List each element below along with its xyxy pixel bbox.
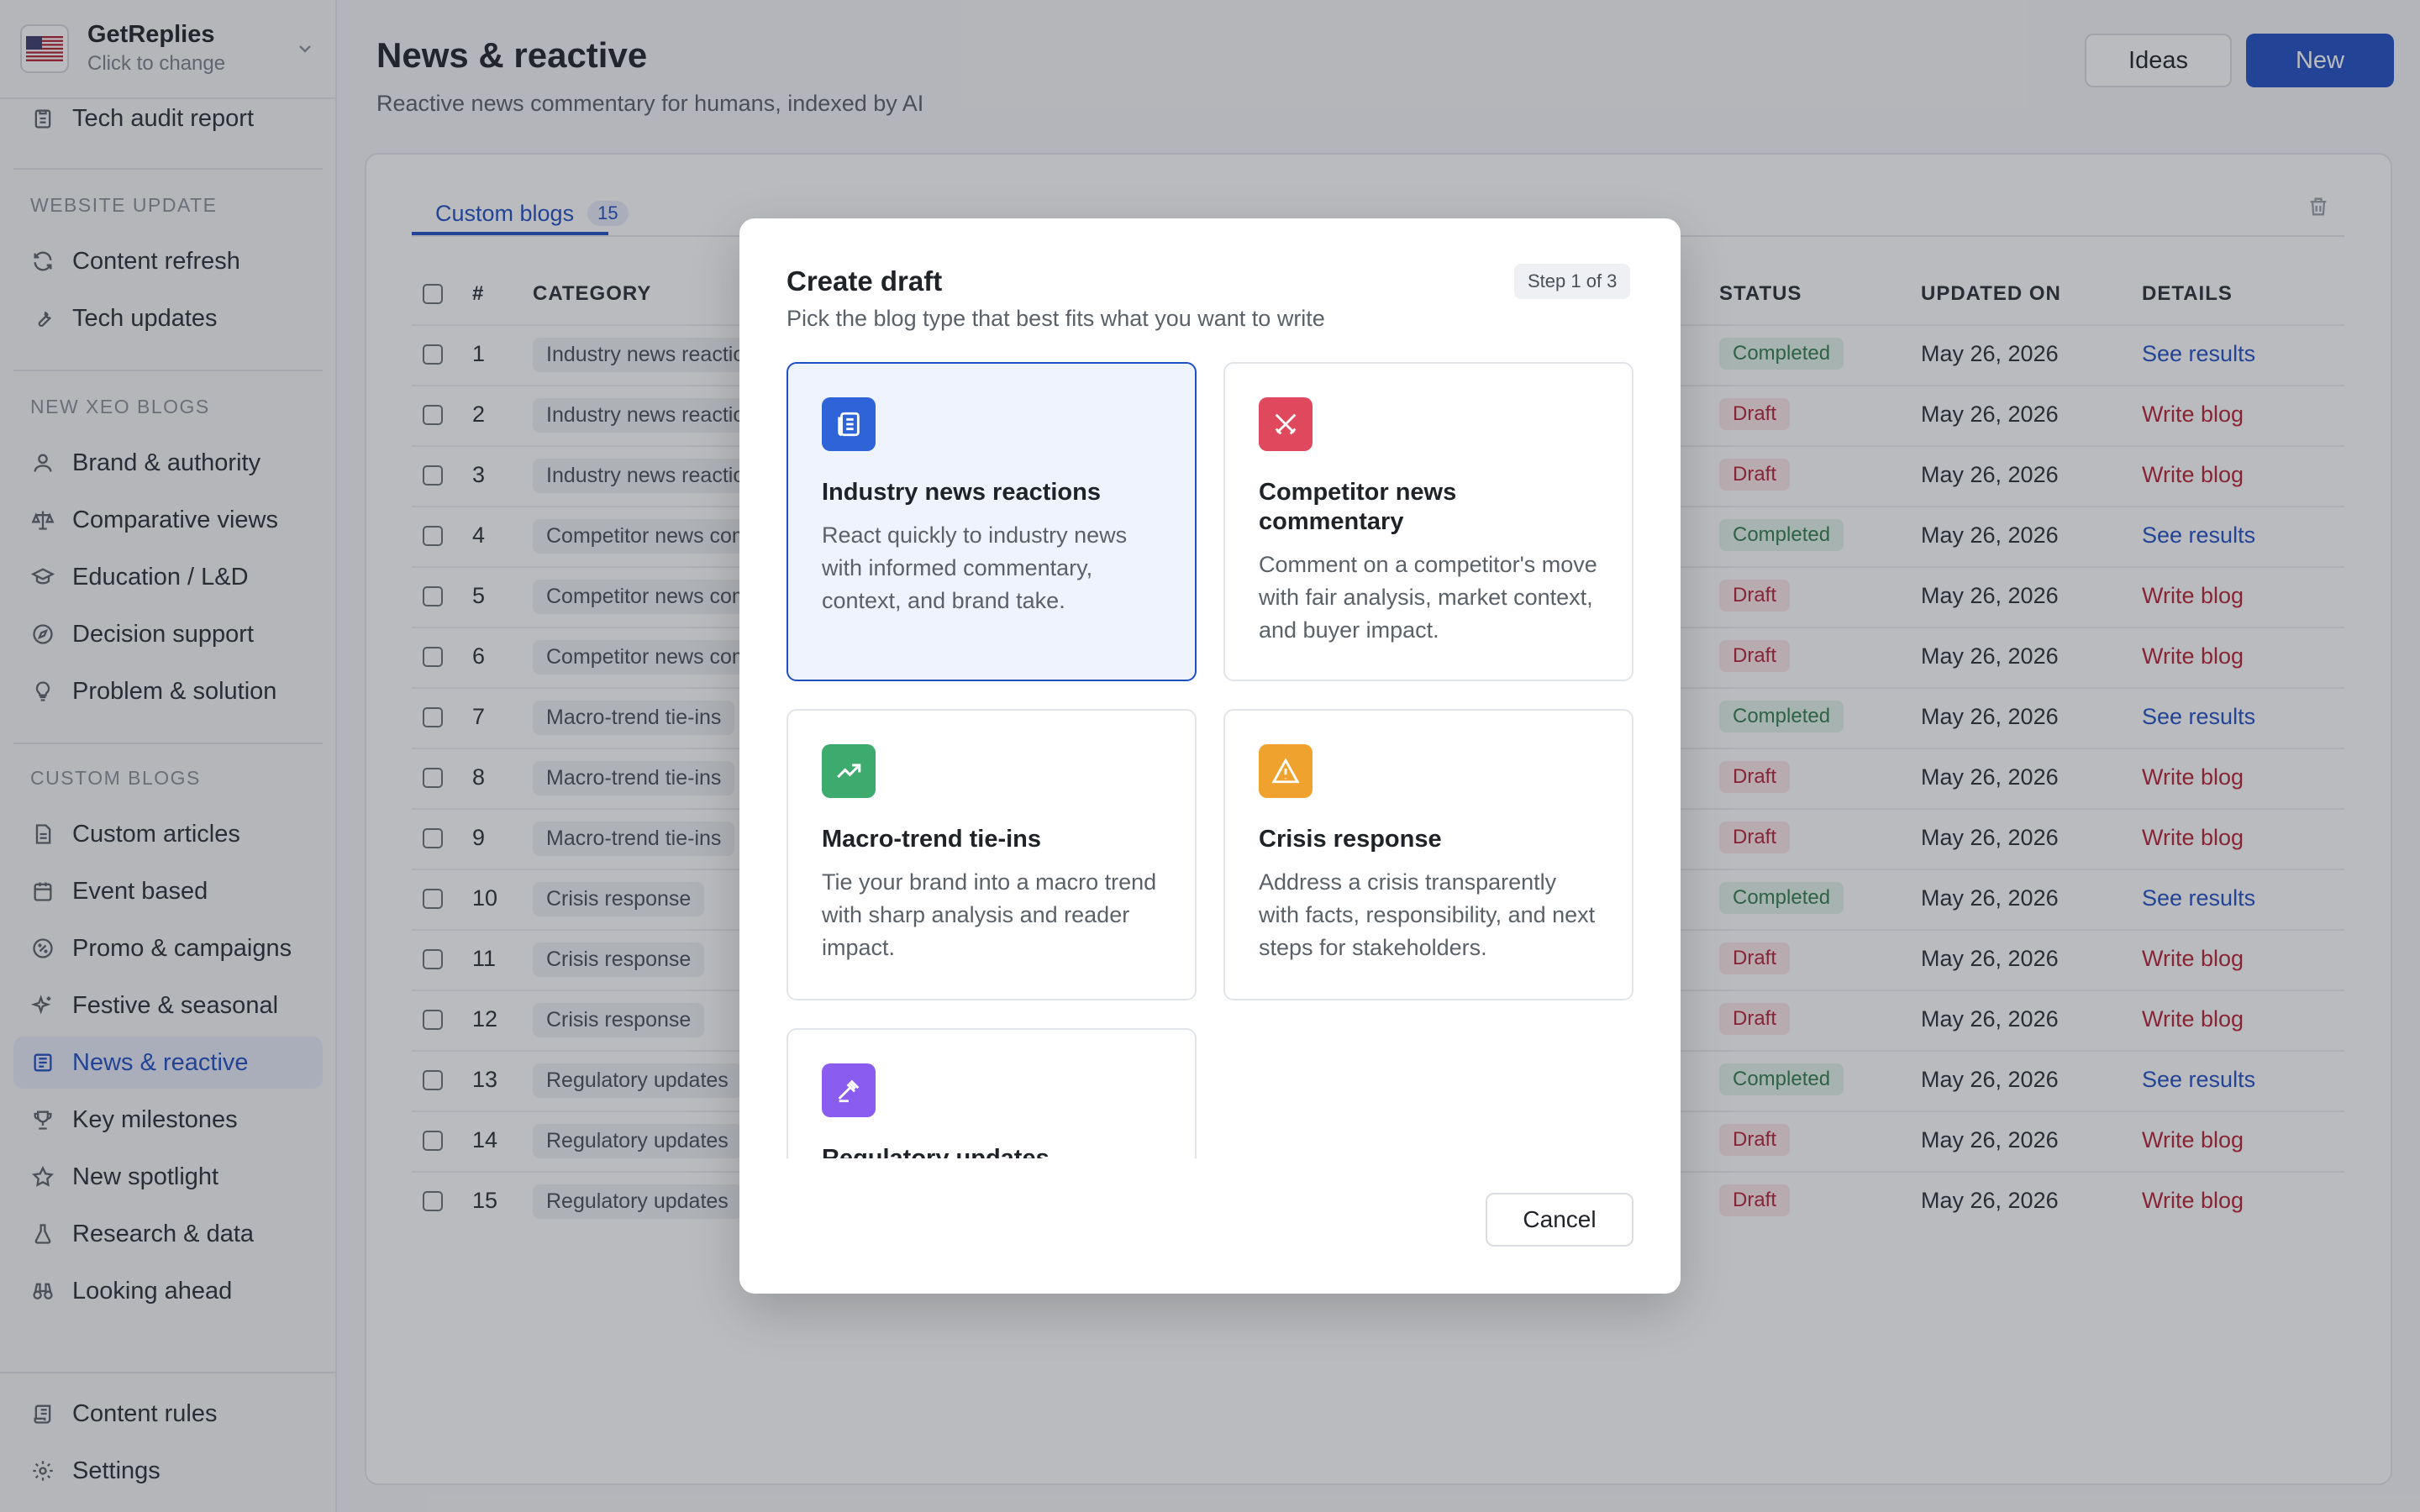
- option-description: Tie your brand into a macro trend with s…: [822, 869, 1157, 961]
- option-title: Crisis response: [1259, 826, 1442, 853]
- option-macro-trend-tie-ins[interactable]: Macro-trend tie-ins Tie your brand into …: [786, 709, 1197, 1000]
- option-description: Address a crisis transparently with fact…: [1259, 869, 1596, 961]
- option-industry-news-reactions[interactable]: Industry news reactions React quickly to…: [786, 362, 1197, 681]
- option-title: Industry news reactions: [822, 479, 1101, 506]
- option-regulatory-updates[interactable]: Regulatory updates: [786, 1028, 1197, 1158]
- modal-subtitle: Pick the blog type that best fits what y…: [786, 306, 1325, 331]
- option-competitor-news-commentary[interactable]: Competitor news commentary Comment on a …: [1223, 362, 1634, 681]
- option-crisis-response[interactable]: Crisis response Address a crisis transpa…: [1223, 709, 1634, 1000]
- option-title: Competitor news commentary: [1259, 479, 1457, 535]
- option-description: Comment on a competitor's move with fair…: [1259, 551, 1597, 643]
- create-draft-modal: Create draft Pick the blog type that bes…: [739, 218, 1681, 1294]
- option-description: React quickly to industry news with info…: [822, 522, 1128, 614]
- newspaper-icon: [822, 397, 876, 451]
- crossed-swords-icon: [1259, 397, 1313, 451]
- warning-icon: [1259, 744, 1313, 798]
- modal-title: Create draft: [786, 265, 943, 297]
- option-title: Macro-trend tie-ins: [822, 826, 1042, 853]
- trend-up-icon: [822, 744, 876, 798]
- cancel-button[interactable]: Cancel: [1486, 1193, 1634, 1247]
- option-title: Regulatory updates: [822, 1145, 1050, 1158]
- gavel-icon: [822, 1063, 876, 1117]
- step-badge: Step 1 of 3: [1514, 264, 1631, 299]
- blog-type-options: Industry news reactions React quickly to…: [786, 362, 1634, 1158]
